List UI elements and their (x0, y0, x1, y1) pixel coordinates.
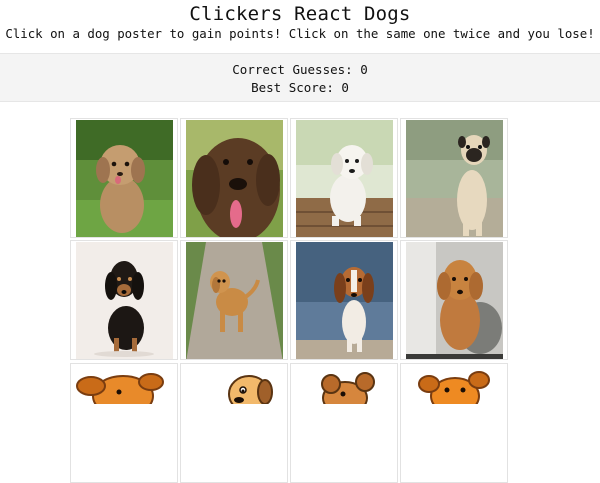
best-score: Best Score: 0 (0, 80, 600, 96)
poodle-photo (406, 242, 503, 359)
dog-poster-grid (70, 118, 511, 483)
doodle-dog-photo (186, 120, 283, 237)
dog-poster-card[interactable] (400, 118, 508, 238)
dachshund-photo (76, 242, 173, 359)
dog-poster-card[interactable] (290, 363, 398, 483)
havanese-puppy-photo (76, 120, 173, 237)
pug-photo (406, 120, 503, 237)
dog-poster-card[interactable] (400, 240, 508, 360)
best-score-value: 0 (341, 80, 349, 95)
correct-guesses-value: 0 (360, 62, 368, 77)
scoreboard: Correct Guesses: 0 Best Score: 0 (0, 53, 600, 102)
dog-poster-card[interactable] (290, 240, 398, 360)
dog-poster-card[interactable] (180, 118, 288, 238)
dog-poster-card[interactable] (70, 240, 178, 360)
cartoon-dog-image (401, 364, 507, 404)
dog-poster-card[interactable] (180, 363, 288, 483)
correct-guesses-label: Correct Guesses: (232, 62, 361, 77)
page-title: Clickers React Dogs (189, 3, 411, 25)
golden-puppy-photo (186, 242, 283, 359)
dog-poster-card[interactable] (290, 118, 398, 238)
cartoon-dog-image (71, 364, 177, 404)
beagle-photo (296, 242, 393, 359)
dog-poster-card[interactable] (400, 363, 508, 483)
dog-poster-card[interactable] (180, 240, 288, 360)
instructions-text: Click on a dog poster to gain points! Cl… (5, 26, 595, 41)
correct-guesses: Correct Guesses: 0 (0, 62, 600, 78)
white-puppy-photo (296, 120, 393, 237)
cartoon-dog-image (291, 364, 397, 404)
cartoon-dog-image (181, 364, 287, 404)
dog-poster-card[interactable] (70, 363, 178, 483)
dog-poster-card[interactable] (70, 118, 178, 238)
best-score-label: Best Score: (251, 80, 342, 95)
